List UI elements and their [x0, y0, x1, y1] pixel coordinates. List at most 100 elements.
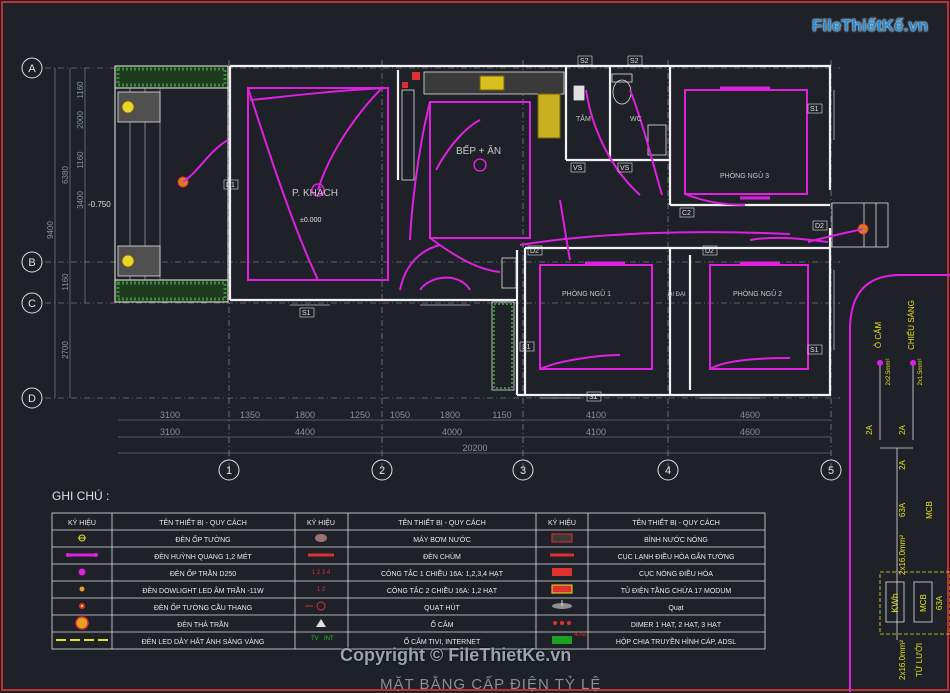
window-sills [290, 90, 835, 399]
breaker-mcb-top: MCB [925, 501, 934, 519]
wall-light-icon [78, 534, 86, 542]
brand-text: FileThiếtKế.vn [812, 16, 929, 35]
svg-text:C2: C2 [682, 210, 691, 217]
dim-mid-5: 4600 [740, 427, 760, 437]
legend-title: GHI CHÚ : [52, 488, 109, 503]
dim-top-7: 1150 [492, 410, 511, 420]
tag-s2-a: S2 [577, 55, 593, 66]
svg-text:D2: D2 [530, 248, 539, 255]
legend-row-4-col-1: ĐÈN DOWLIGHT LED ÂM TRẦN -11W [142, 585, 264, 595]
grid-number-2: 2 [379, 465, 385, 477]
pump-icon [315, 534, 327, 542]
label-socket: Ô CẮM [874, 322, 883, 349]
legend-row-2-col-1: ĐÈN HUỲNH QUANG 1,2 MÉT [154, 552, 252, 561]
grid-number-3: 3 [520, 465, 526, 477]
tag-s2-b: S2 [627, 55, 643, 66]
grid-bubble-c: C [21, 292, 43, 314]
svg-text:ADSL: ADSL [574, 632, 587, 638]
svg-text:S2: S2 [580, 58, 589, 65]
legend-row-1-col-2: MÁY BƠM NƯỚC [413, 535, 471, 544]
room-bed2: PHÒNG NGỦ 2 [733, 289, 782, 298]
breaker-7: 2x16.0mm² [898, 640, 907, 680]
porch-level: -0.750 [88, 200, 111, 209]
single-line-diagram [849, 274, 950, 692]
cable-socket: 2x2.5mm² [886, 359, 892, 386]
legend-header-symbol-1: KÝ HIỆU [68, 518, 96, 527]
porch-hatch [114, 65, 229, 303]
breaker-6: 63A [935, 595, 944, 610]
tag-s1-e: S1 [586, 391, 602, 402]
svg-text:S1: S1 [810, 347, 819, 354]
legend-row-5-col-1: ĐÈN ỐP TƯỜNG CẦU THANG [154, 602, 252, 612]
room-wc: WC [630, 116, 642, 123]
legend-header-symbol-3: KÝ HIỆU [548, 518, 576, 527]
legend-symbols: 1 2 3 4 1 2 TV INT ADSL [56, 533, 587, 644]
svg-text:S1: S1 [522, 344, 531, 351]
dim-top-4: 1250 [350, 410, 370, 420]
single-line-labels: Ô CẮM CHIẾU SÁNG 2x2.5mm² 2x1.5mm² 2A 2A… [865, 300, 944, 680]
legend-row-1-col-1: ĐÈN ỐP TƯỜNG [175, 534, 230, 544]
grid-letter-d: D [28, 393, 36, 405]
dim-left-1: 1160 [76, 81, 85, 99]
svg-text:VS: VS [620, 165, 630, 172]
svg-text:TV: TV [311, 636, 319, 642]
grid-bubble-a: A [21, 57, 43, 79]
dim-top-2: 1350 [240, 410, 260, 420]
pendant-light-icon [75, 616, 89, 630]
breaker-mcb: MCB [919, 594, 928, 612]
svg-text:S2: S2 [630, 58, 639, 65]
tag-vs-a: VS [570, 162, 586, 173]
dim-left-8: 2700 [61, 341, 70, 359]
legend-headers: KÝ HIỆU TÊN THIẾT BỊ - QUY CÁCH KÝ HIỆU … [68, 517, 720, 527]
svg-text:VS: VS [573, 165, 583, 172]
svg-text:1 2 3 4: 1 2 3 4 [312, 570, 331, 576]
legend-row-7-col-1: ĐÈN LED DÂY HẮT ÁNH SÁNG VÀNG [142, 637, 265, 646]
door-window-tags: D1 D2 D2 D2 S1 S1 S1 S1 S1 S2 S2 VS VS C… [223, 55, 828, 402]
tag-s1-c: S1 [807, 103, 823, 114]
cad-drawing: A B C D 1 2 3 4 5 1160 2000 1160 6380 34… [1, 1, 950, 692]
room-bed3: PHÒNG NGỦ 3 [720, 171, 769, 180]
legend-row-6-col-3: DIMER 1 HẠT, 2 HẠT, 3 HẠT [631, 622, 722, 629]
grid-number-5: 5 [828, 465, 834, 477]
room-living: P. KHÁCH [292, 186, 338, 199]
dim-mid-3: 4000 [442, 427, 462, 437]
legend-header-name-1: TÊN THIẾT BỊ - QUY CÁCH [159, 517, 247, 527]
drawing-title: MẶT BẰNG CẤP ĐIỆN TỶ LỆ [380, 676, 602, 693]
tv-internet-socket-icon: TV INT [311, 636, 334, 642]
kitchen-counter [401, 71, 565, 181]
breaker-1: 2A [865, 424, 874, 434]
legend-row-2-col-2: ĐÈN CHÙM [423, 552, 461, 561]
breaker-4: 63A [898, 502, 907, 517]
svg-text:D2: D2 [705, 248, 714, 255]
legend-row-6-col-2: Ổ CẮM [431, 620, 454, 629]
dimmer-icon [553, 621, 571, 625]
legend-row-3-col-3: CỤC NÓNG ĐIỀU HÒA [639, 568, 713, 578]
grid-bubble-d: D [21, 387, 43, 409]
tag-s1-b: S1 [519, 341, 535, 352]
tag-d1: D1 [223, 179, 239, 190]
room-closet: ĐI ĐẠI [668, 292, 686, 298]
room-kitchen: BẾP + ĂN [456, 144, 501, 157]
switch-one-way-icon: 1 2 3 4 [312, 570, 331, 576]
grid-letter-a: A [28, 63, 36, 75]
grid-number-4: 4 [665, 465, 671, 477]
dim-total: 20200 [462, 443, 487, 453]
tag-d2-c: D2 [812, 220, 828, 231]
svg-text:S1: S1 [302, 310, 311, 317]
dim-top-9: 4600 [740, 410, 760, 420]
fluorescent-light-icon [66, 553, 98, 557]
switch-two-way-icon: 1 2 [317, 587, 326, 593]
bath-fixtures [573, 73, 667, 156]
ceiling-light-icon [78, 568, 86, 576]
label-light: CHIẾU SÁNG [906, 300, 916, 350]
breaker-8: TỪ LƯỚI [915, 643, 924, 677]
dim-left-3: 1160 [76, 151, 85, 169]
legend-header-name-3: TÊN THIẾT BỊ - QUY CÁCH [632, 517, 720, 527]
dim-top-1: 3100 [160, 410, 180, 420]
grid-bubble-b: B [21, 251, 43, 273]
exhaust-fan-icon [305, 601, 326, 611]
dim-left-4: 6380 [61, 166, 70, 184]
tag-s1-d: S1 [807, 344, 823, 355]
room-bath: TẮM [576, 114, 591, 123]
grid-number-1: 1 [226, 465, 232, 477]
